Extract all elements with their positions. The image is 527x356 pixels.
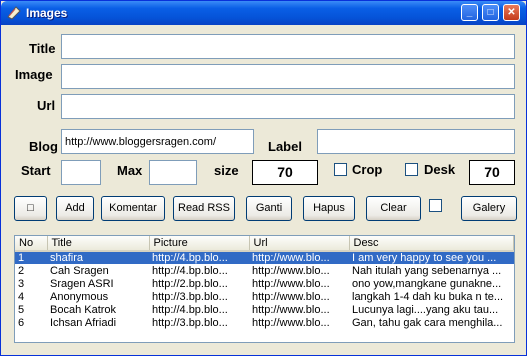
title-bar[interactable]: Images _ □ ✕ bbox=[1, 1, 526, 25]
row-title: Bocah Katrok bbox=[50, 303, 117, 316]
crop-checkbox[interactable] bbox=[334, 163, 347, 176]
column-header-no[interactable]: No bbox=[15, 236, 48, 252]
max-label: Max bbox=[117, 163, 143, 178]
column-header-url[interactable]: Url bbox=[249, 236, 350, 252]
column-header-picture[interactable]: Picture bbox=[149, 236, 250, 252]
row-picture: http://4.bp.blo... bbox=[152, 303, 228, 316]
row-desc: ono yow,mangkane gunakne... bbox=[352, 277, 502, 290]
row-no: 3 bbox=[18, 277, 25, 290]
app-icon bbox=[7, 6, 21, 20]
list-header: No Title Picture Url Desc bbox=[15, 236, 514, 252]
table-row[interactable]: 3 Sragen ASRI http://2.bp.blo... http://… bbox=[15, 277, 514, 290]
row-picture: http://3.bp.blo... bbox=[152, 316, 228, 329]
square-button[interactable]: □ bbox=[14, 196, 47, 221]
desk-checkbox[interactable] bbox=[405, 163, 418, 176]
table-row[interactable]: 1 shafira http://4.bp.blo... http://www.… bbox=[15, 251, 514, 264]
row-title: Cah Sragen bbox=[50, 264, 109, 277]
blog-label: Blog bbox=[29, 139, 58, 154]
read-rss-button[interactable]: Read RSS bbox=[173, 196, 235, 221]
galery-button[interactable]: Galery bbox=[461, 196, 517, 221]
row-url: http://www.blo... bbox=[252, 303, 330, 316]
extra-checkbox[interactable] bbox=[429, 199, 442, 212]
ganti-button[interactable]: Ganti bbox=[246, 196, 292, 221]
max-input[interactable] bbox=[149, 160, 197, 185]
row-no: 1 bbox=[15, 251, 47, 264]
table-row[interactable]: 2 Cah Sragen http://4.bp.blo... http://w… bbox=[15, 264, 514, 277]
row-title: Ichsan Afriadi bbox=[50, 316, 117, 329]
row-no: 2 bbox=[18, 264, 25, 277]
desk-size-value[interactable]: 70 bbox=[469, 160, 515, 185]
row-desc: Nah itulah yang sebenarnya ... bbox=[352, 264, 502, 277]
url-input[interactable] bbox=[61, 94, 515, 119]
window-title: Images bbox=[26, 6, 68, 20]
table-row[interactable]: 5 Bocah Katrok http://4.bp.blo... http:/… bbox=[15, 303, 514, 316]
start-label: Start bbox=[21, 163, 51, 178]
add-button[interactable]: Add bbox=[56, 196, 94, 221]
hapus-button[interactable]: Hapus bbox=[303, 196, 355, 221]
column-header-title[interactable]: Title bbox=[47, 236, 150, 252]
row-picture: http://4.bp.blo... bbox=[152, 264, 228, 277]
minimize-button[interactable]: _ bbox=[461, 4, 478, 21]
clear-button[interactable]: Clear bbox=[366, 196, 421, 221]
row-picture: http://2.bp.blo... bbox=[152, 277, 228, 290]
row-url: http://www.blo... bbox=[252, 290, 330, 303]
table-row[interactable]: 4 Anonymous http://3.bp.blo... http://ww… bbox=[15, 290, 514, 303]
size-label: size bbox=[214, 163, 239, 178]
label-label: Label bbox=[268, 139, 302, 154]
image-input[interactable] bbox=[61, 64, 515, 89]
row-desc: Lucunya lagi....yang aku tau... bbox=[352, 303, 499, 316]
image-label: Image bbox=[15, 67, 53, 82]
blog-input[interactable] bbox=[61, 129, 254, 154]
title-label: Title bbox=[29, 41, 56, 56]
size-value[interactable]: 70 bbox=[252, 160, 318, 185]
label-input[interactable] bbox=[317, 129, 515, 154]
row-desc: langkah 1-4 dah ku buka n te... bbox=[352, 290, 504, 303]
images-window: Images _ □ ✕ Title Image Url Blog Label … bbox=[0, 0, 527, 356]
table-row[interactable]: 6 Ichsan Afriadi http://3.bp.blo... http… bbox=[15, 316, 514, 329]
row-title: Anonymous bbox=[50, 290, 109, 303]
images-list[interactable]: No Title Picture Url Desc 1 shafira http… bbox=[14, 235, 515, 343]
row-no: 5 bbox=[18, 303, 25, 316]
desk-label: Desk bbox=[424, 162, 456, 177]
row-no: 6 bbox=[18, 316, 25, 329]
title-input[interactable] bbox=[61, 34, 515, 59]
row-url: http://www.blo... bbox=[249, 251, 349, 264]
start-input[interactable] bbox=[61, 160, 101, 185]
close-button[interactable]: ✕ bbox=[503, 4, 520, 21]
row-picture: http://4.bp.blo... bbox=[149, 251, 249, 264]
row-picture: http://3.bp.blo... bbox=[152, 290, 228, 303]
row-desc: Gan, tahu gak cara menghila... bbox=[352, 316, 503, 329]
column-header-desc[interactable]: Desc bbox=[349, 236, 514, 252]
komentar-button[interactable]: Komentar bbox=[101, 196, 165, 221]
url-label: Url bbox=[37, 98, 56, 113]
row-title: Sragen ASRI bbox=[50, 277, 114, 290]
row-url: http://www.blo... bbox=[252, 316, 330, 329]
row-url: http://www.blo... bbox=[252, 277, 330, 290]
maximize-button[interactable]: □ bbox=[482, 4, 499, 21]
row-url: http://www.blo... bbox=[252, 264, 330, 277]
crop-label: Crop bbox=[352, 162, 383, 177]
row-no: 4 bbox=[18, 290, 25, 303]
row-desc: I am very happy to see you ... bbox=[349, 251, 514, 264]
row-title: shafira bbox=[47, 251, 149, 264]
